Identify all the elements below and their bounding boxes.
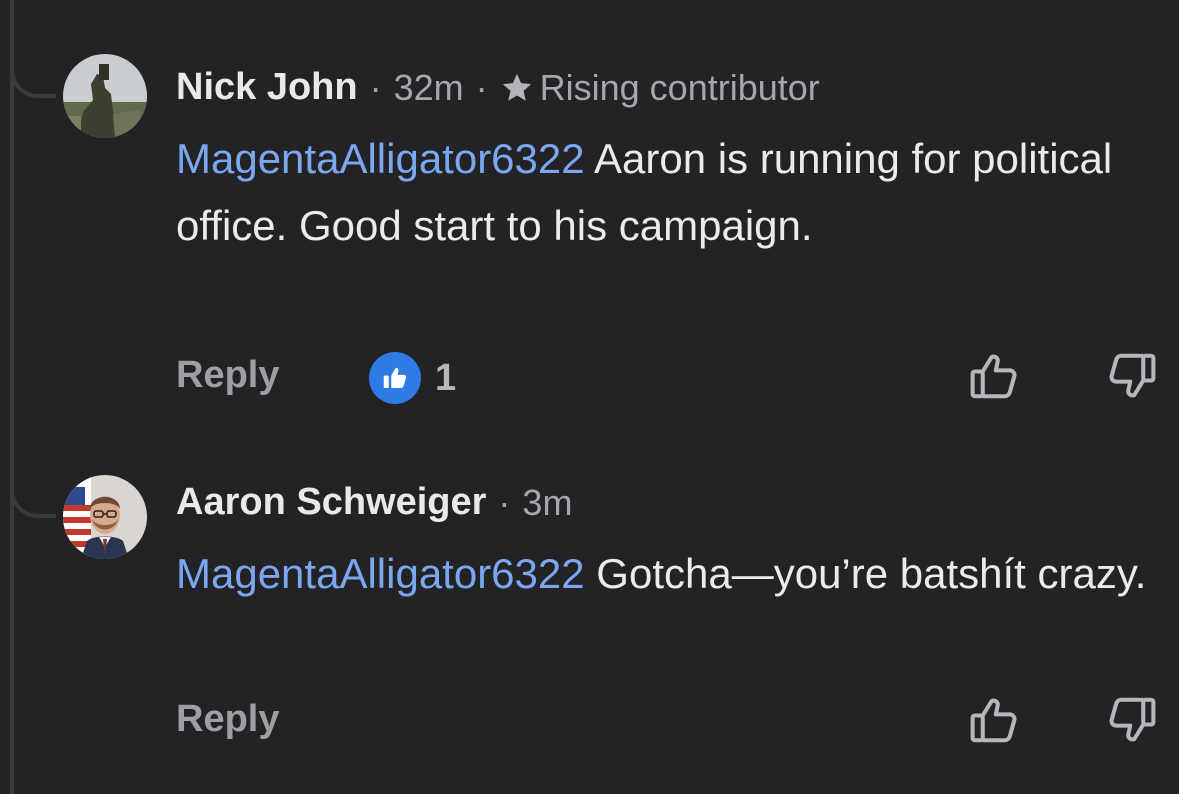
thumbs-up-icon[interactable] (966, 692, 1022, 748)
thumbs-down-icon[interactable] (1104, 348, 1160, 404)
thumbs-down-icon[interactable] (1104, 692, 1160, 748)
reply-button[interactable]: Reply (176, 698, 279, 741)
separator: · (369, 66, 382, 108)
timestamp: 3m (522, 481, 573, 523)
thread-connector (10, 58, 56, 98)
mention-link[interactable]: MagentaAlligator6322 (176, 550, 585, 597)
comment-actions: Reply (176, 690, 1179, 750)
like-reaction-icon (369, 352, 421, 404)
author-name[interactable]: Aaron Schweiger (176, 481, 486, 524)
comment-header: Nick John · 32m · Rising contributor (176, 66, 820, 109)
thumbs-up-icon[interactable] (966, 348, 1022, 404)
mention-link[interactable]: MagentaAlligator6322 (176, 135, 585, 182)
reply-button[interactable]: Reply (176, 354, 279, 397)
reaction-summary[interactable]: 1 (369, 352, 456, 404)
contributor-badge: Rising contributor (539, 66, 820, 108)
timestamp: 32m (393, 66, 464, 108)
thread-line (10, 0, 14, 794)
comment-header: Aaron Schweiger · 3m (176, 481, 572, 524)
star-icon (500, 71, 534, 105)
thread-connector (10, 478, 56, 518)
separator: · (498, 481, 511, 523)
avatar[interactable] (63, 54, 147, 138)
comment-actions: Reply 1 (176, 346, 1179, 406)
comment-body: MagentaAlligator6322 Gotcha—you’re batsh… (176, 540, 1176, 607)
reaction-count: 1 (435, 356, 457, 399)
separator: · (475, 66, 488, 108)
avatar[interactable] (63, 475, 147, 559)
comment-body: MagentaAlligator6322 Aaron is running fo… (176, 125, 1176, 259)
comment-text: Gotcha—you’re batshít crazy. (584, 550, 1147, 597)
author-name[interactable]: Nick John (176, 66, 358, 109)
